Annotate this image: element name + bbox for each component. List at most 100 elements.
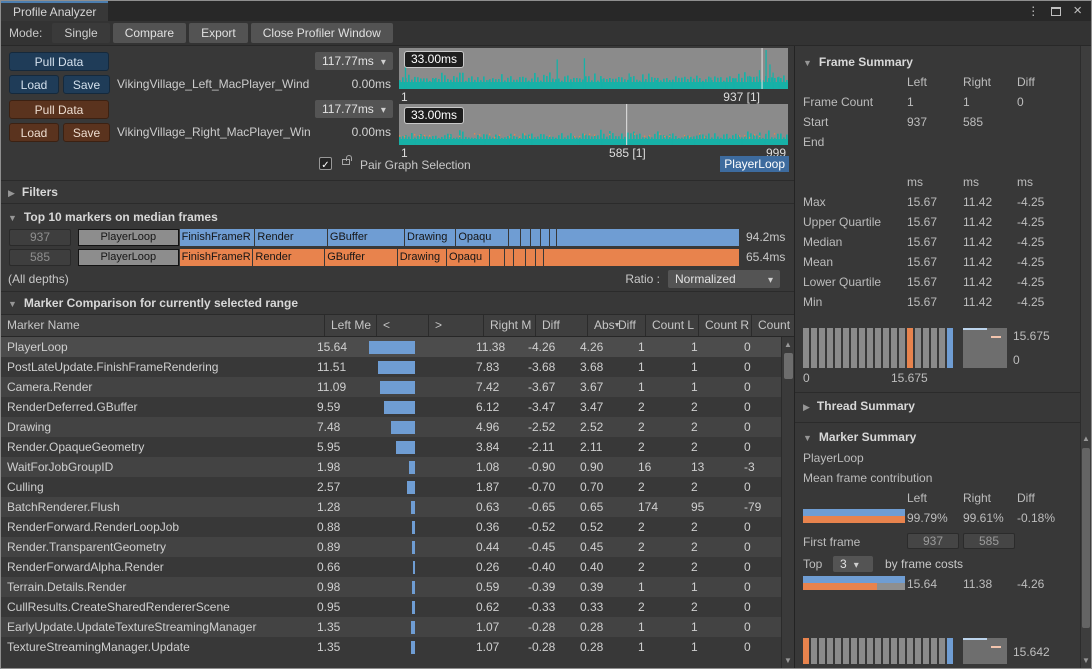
row-value: -0.18% [1017,508,1055,528]
marker-segment[interactable] [541,229,549,246]
marker-segment[interactable]: FinishFrameR [180,249,253,266]
table-row[interactable]: Render.OpaqueGeometry5.953.84-2.112.1122… [1,437,781,457]
scroll-up-icon[interactable] [782,338,794,351]
frame-timeline-right[interactable]: 33.00ms [399,104,788,145]
marker-segments-bar[interactable]: PlayerLoopFinishFrameRRenderGBufferDrawi… [78,229,740,246]
kebab-menu-icon[interactable] [1027,4,1039,18]
table-row[interactable]: PlayerLoop15.6411.38-4.264.26110 [1,337,781,357]
pair-graph-checkbox[interactable] [319,157,332,170]
tab-profile-analyzer[interactable]: Profile Analyzer [1,1,108,21]
load-right-button[interactable]: Load [9,123,59,142]
table-row[interactable]: WaitForJobGroupID1.981.08-0.900.901613-3 [1,457,781,477]
marker-summary-header[interactable]: Marker Summary [795,425,916,449]
close-icon[interactable] [1073,4,1082,18]
top10-row[interactable]: 937 PlayerLoopFinishFrameRRenderGBufferDr… [1,227,794,247]
unlock-icon[interactable] [342,159,350,165]
pull-data-left-button[interactable]: Pull Data [9,52,109,71]
ratio-dropdown[interactable]: Normalized [668,270,780,288]
value-cell: 0.59 [470,577,522,597]
table-row[interactable]: TextureStreamingManager.Update1.351.07-0… [1,637,781,657]
marker-segment[interactable] [557,229,739,246]
column-header[interactable]: Count L [645,315,698,336]
table-row[interactable]: Drawing7.484.96-2.522.52220 [1,417,781,437]
thread-summary-header[interactable]: Thread Summary [795,394,915,418]
marker-segments-bar[interactable]: PlayerLoopFinishFrameRRenderGBufferDrawi… [78,249,740,266]
marker-segment[interactable]: GBuffer [325,249,396,266]
marker-segment[interactable] [550,229,556,246]
table-row[interactable]: RenderDeferred.GBuffer9.596.12-3.473.472… [1,397,781,417]
titlebar: Profile Analyzer [1,1,1091,21]
close-profiler-window-button[interactable]: Close Profiler Window [251,23,393,43]
segment-selected[interactable]: PlayerLoop [78,249,179,266]
marker-segment[interactable] [505,249,514,266]
table-row[interactable]: Culling2.571.87-0.700.70220 [1,477,781,497]
marker-segment[interactable] [490,249,503,266]
column-header[interactable]: < [376,315,428,336]
table-row[interactable]: Render.TransparentGeometry0.890.44-0.450… [1,537,781,557]
scrollbar-thumb[interactable] [784,353,793,379]
save-right-button[interactable]: Save [63,123,110,142]
marker-segment[interactable] [531,229,540,246]
pull-data-right-button[interactable]: Pull Data [9,100,109,119]
load-left-button[interactable]: Load [9,75,59,94]
marker-segment[interactable]: Render [255,229,326,246]
column-header[interactable]: Marker Name [1,315,324,336]
table-row[interactable]: RenderForwardAlpha.Render0.660.26-0.400.… [1,557,781,577]
top10-row[interactable]: 585 PlayerLoopFinishFrameRRenderGBufferDr… [1,247,794,267]
mode-single-button[interactable]: Single [52,23,109,43]
right-range-dropdown[interactable]: 117.77ms [315,100,393,118]
first-frame-right-button[interactable]: 585 [963,533,1015,549]
save-left-button[interactable]: Save [63,75,110,94]
right-threshold-badge: 33.00ms [404,107,464,124]
selected-marker-highlight[interactable]: PlayerLoop [720,156,789,172]
mode-compare-button[interactable]: Compare [113,23,186,43]
frame-timeline-left[interactable]: 33.00ms [399,48,788,89]
marker-segment[interactable]: Opaqu [447,249,489,266]
marker-name-cell: WaitForJobGroupID [1,457,311,477]
marker-segment[interactable] [544,249,739,266]
marker-segment[interactable] [536,249,543,266]
scroll-down-icon[interactable] [1081,654,1091,666]
marker-comparison-header[interactable]: Marker Comparison for currently selected… [1,292,794,314]
export-button[interactable]: Export [189,23,248,43]
table-row[interactable]: EarlyUpdate.UpdateTextureStreamingManage… [1,617,781,637]
column-header[interactable]: > [428,315,483,336]
frame-summary-header[interactable]: Frame Summary [795,50,913,74]
marker-segment[interactable]: Drawing [405,229,455,246]
marker-segment[interactable] [521,229,530,246]
right-panel-scrollbar[interactable] [1080,46,1091,668]
table-row[interactable]: BatchRenderer.Flush1.280.63-0.650.651749… [1,497,781,517]
column-header[interactable]: Left Me [324,315,376,336]
table-scrollbar[interactable] [781,337,794,668]
frame-index-box[interactable]: 937 [9,229,71,246]
marker-segment[interactable]: Render [253,249,324,266]
top-n-dropdown[interactable]: 3 [833,556,873,572]
marker-segment[interactable] [514,249,525,266]
filters-section-header[interactable]: Filters [1,180,794,204]
column-header[interactable]: Count D [751,315,794,336]
segment-selected[interactable]: PlayerLoop [78,229,179,246]
marker-segment[interactable]: GBuffer [328,229,404,246]
column-header[interactable]: Abs Diff [587,315,645,336]
table-row[interactable]: CullResults.CreateSharedRendererScene0.9… [1,597,781,617]
scrollbar-thumb[interactable] [1082,448,1090,628]
first-frame-left-button[interactable]: 937 [907,533,959,549]
scroll-up-icon[interactable] [1081,432,1091,444]
column-header[interactable]: Diff [535,315,587,336]
top10-header[interactable]: Top 10 markers on median frames [1,206,794,227]
left-range-dropdown[interactable]: 117.77ms [315,52,393,70]
maximize-icon[interactable] [1051,7,1061,16]
table-row[interactable]: Terrain.Details.Render0.980.59-0.390.391… [1,577,781,597]
column-header[interactable]: Right M [483,315,535,336]
table-row[interactable]: PostLateUpdate.FinishFrameRendering11.51… [1,357,781,377]
marker-segment[interactable] [526,249,535,266]
scroll-down-icon[interactable] [782,654,794,667]
frame-index-box[interactable]: 585 [9,249,71,266]
marker-segment[interactable]: Opaqu [456,229,508,246]
column-header[interactable]: Count R [698,315,751,336]
table-row[interactable]: Camera.Render11.097.42-3.673.67110 [1,377,781,397]
marker-segment[interactable] [509,229,520,246]
marker-segment[interactable]: Drawing [398,249,446,266]
marker-segment[interactable]: FinishFrameR [180,229,255,246]
table-row[interactable]: RenderForward.RenderLoopJob0.880.36-0.52… [1,517,781,537]
